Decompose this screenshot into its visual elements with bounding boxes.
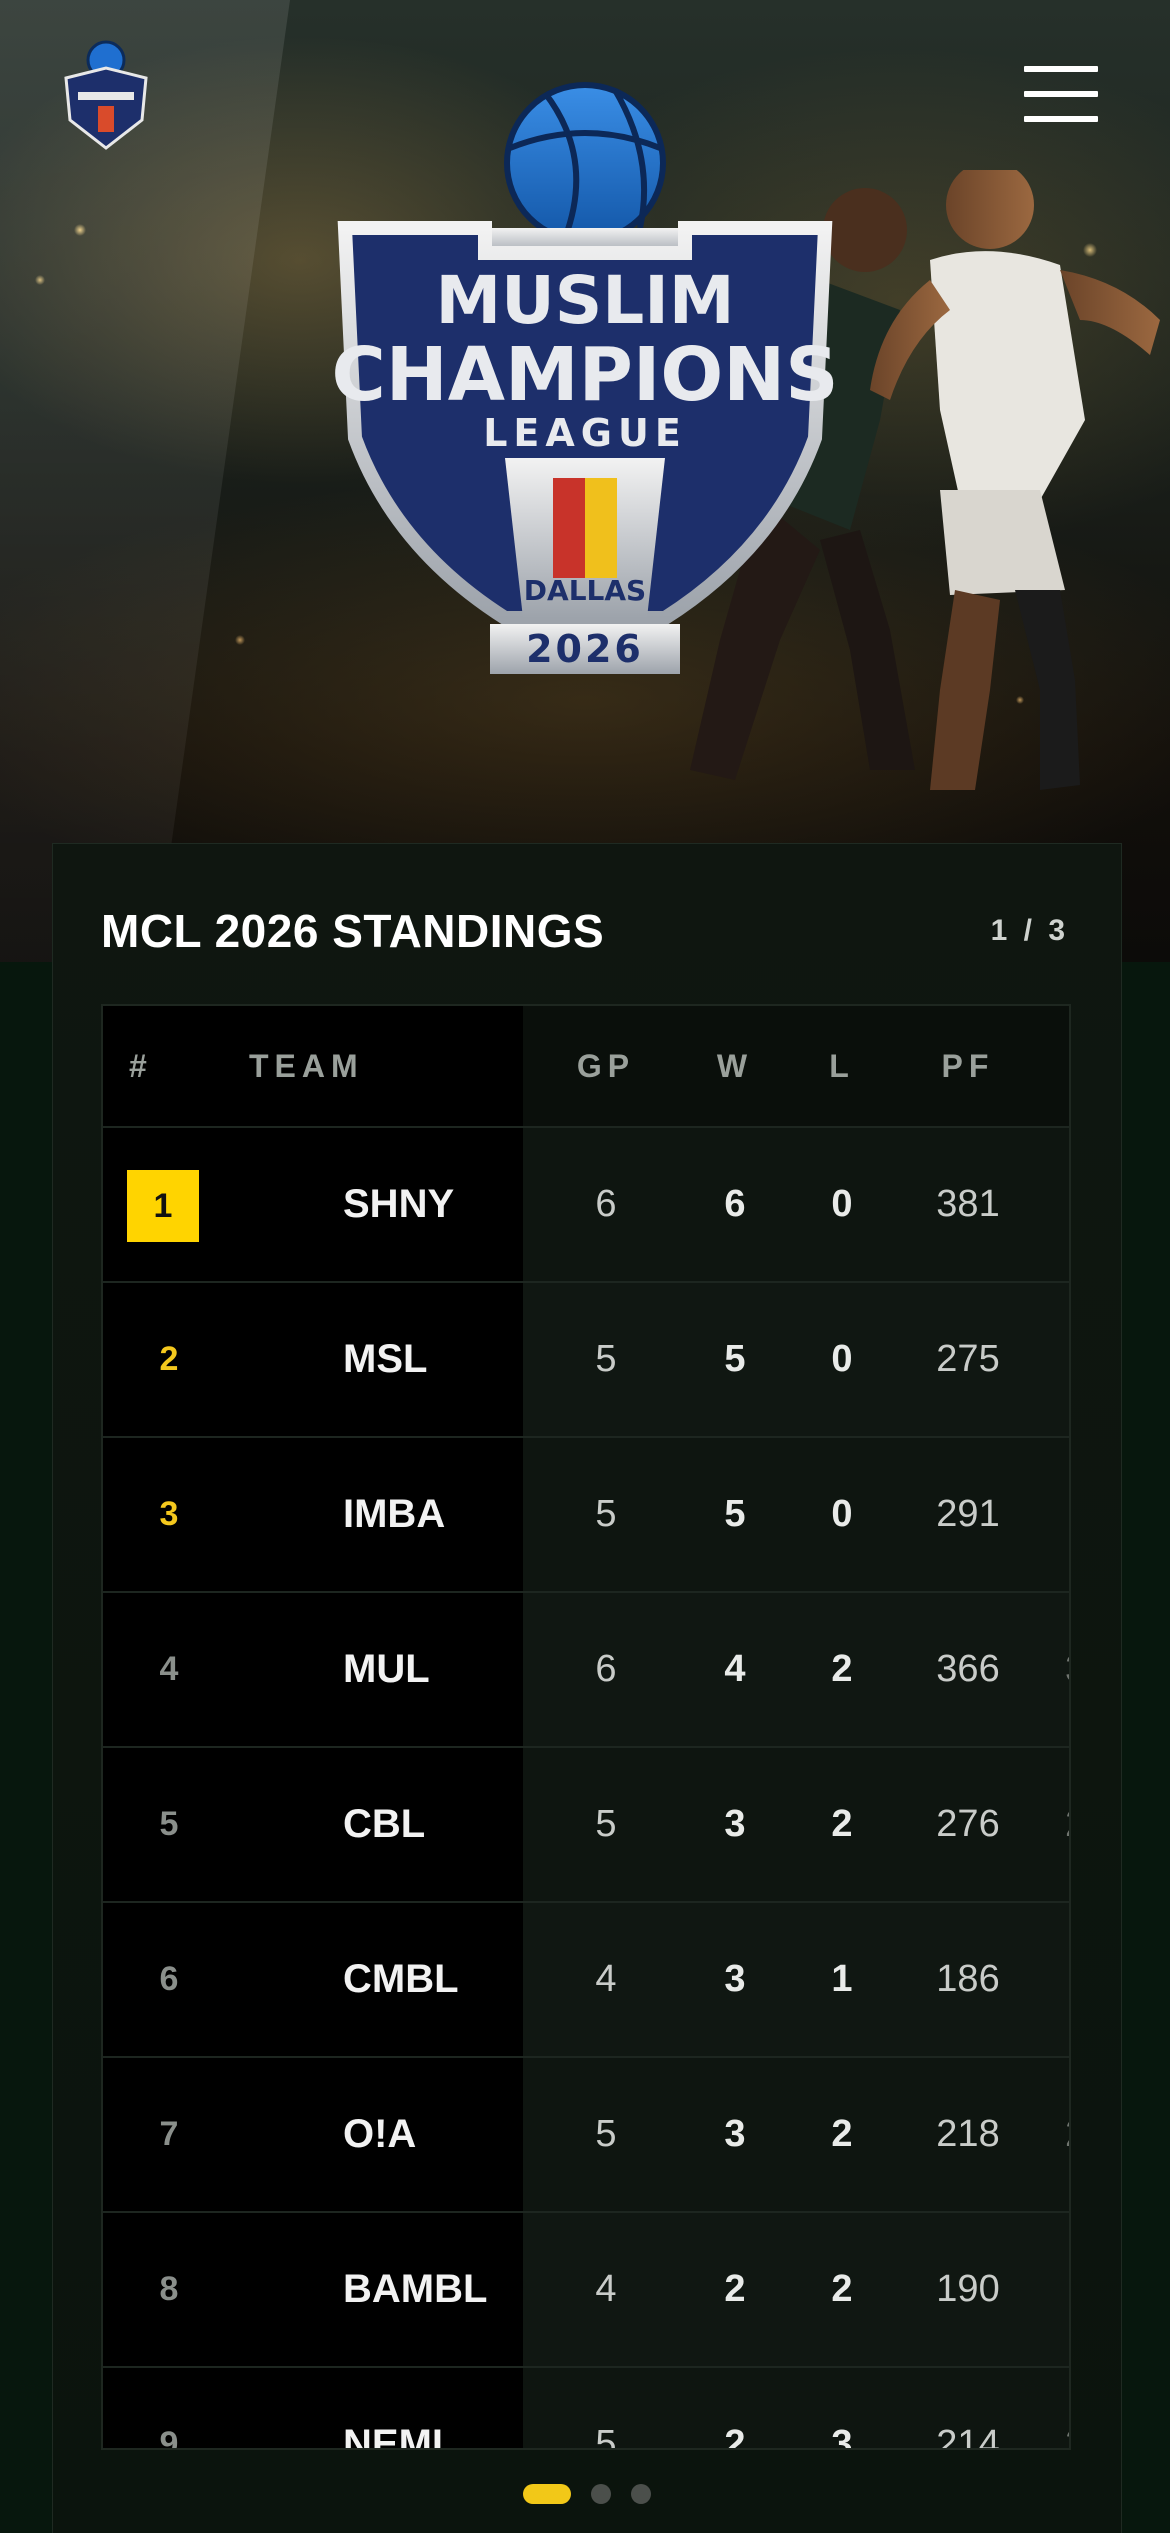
table-row[interactable]: 2 MSL 5 5 0 275 [103, 1283, 1069, 1438]
hamburger-menu-icon [1024, 66, 1098, 72]
carousel-dots [53, 2484, 1121, 2504]
team-name[interactable]: SHNY [343, 1128, 454, 1281]
points-for-cell: 218 [936, 2113, 1000, 2155]
standings-card: MCL 2026 STANDINGS 1 / 3 # TEAM GP W L P… [52, 843, 1122, 2533]
gp-cell: 4 [595, 2268, 617, 2310]
wins-cell: 6 [724, 1183, 746, 1225]
rank-cell: 4 [159, 1650, 179, 1688]
losses-cell: 0 [831, 1338, 853, 1380]
wins-cell: 3 [724, 1958, 746, 2000]
points-for-cell: 214 [936, 2423, 1000, 2450]
clipped-cell [1065, 2213, 1069, 2366]
gp-cell: 5 [595, 2113, 617, 2155]
table-row[interactable]: 3 IMBA 5 5 0 291 [103, 1438, 1069, 1593]
wins-cell: 3 [724, 1803, 746, 1845]
rank-cell: 8 [159, 2270, 179, 2308]
carousel-dot-3[interactable] [631, 2484, 652, 2504]
standings-title: MCL 2026 STANDINGS [101, 905, 605, 957]
gp-cell: 5 [595, 1338, 617, 1380]
clipped-cell [1065, 1903, 1069, 2056]
clipped-cell [1065, 1438, 1069, 1591]
col-l[interactable]: L [797, 1006, 887, 1126]
logo-text-dallas: DALLAS [524, 574, 646, 607]
table-row[interactable]: 4 MUL 6 4 2 366 3 [103, 1593, 1069, 1748]
logo-text-muslim: MUSLIM [435, 262, 734, 339]
page-indicator: 1 / 3 [990, 914, 1069, 947]
gp-cell: 4 [595, 1958, 617, 2000]
col-w[interactable]: W [690, 1006, 780, 1126]
hamburger-line [1024, 91, 1098, 97]
points-for-cell: 275 [936, 1338, 1000, 1380]
wins-cell: 2 [724, 2423, 746, 2450]
losses-cell: 2 [831, 1803, 853, 1845]
league-logo: MUSLIM CHAMPIONS LEAGUE DALLAS 2026 [335, 82, 835, 674]
team-name[interactable]: BAMBL [343, 2213, 487, 2366]
clipped-cell [1065, 1283, 1069, 1436]
carousel-dot-1[interactable] [522, 2484, 571, 2504]
losses-cell: 3 [831, 2423, 853, 2450]
team-name[interactable]: NEML [343, 2368, 456, 2448]
losses-cell: 2 [831, 2113, 853, 2155]
standings-table[interactable]: # TEAM GP W L PF 1 SHNY 6 6 0 381 2 MSL 5 5 0 275 3 I… [101, 1004, 1071, 2450]
table-row[interactable]: 1 SHNY 6 6 0 381 [103, 1128, 1069, 1283]
losses-cell: 0 [831, 1183, 853, 1225]
hero-banner: MUSLIM CHAMPIONS LEAGUE DALLAS 2026 [0, 0, 1170, 962]
points-for-cell: 186 [936, 1958, 1000, 2000]
gp-cell: 5 [595, 1493, 617, 1535]
points-for-cell: 366 [936, 1648, 1000, 1690]
rank-cell: 2 [159, 1340, 179, 1378]
wins-cell: 2 [724, 2268, 746, 2310]
rank-cell: 9 [159, 2425, 179, 2450]
losses-cell: 1 [831, 1958, 853, 2000]
carousel-dot-2[interactable] [591, 2484, 611, 2504]
losses-cell: 2 [831, 2268, 853, 2310]
table-row[interactable]: 9 NEML 5 2 3 214 2 [103, 2368, 1069, 2450]
table-row[interactable]: 7 O!A 5 3 2 218 2 [103, 2058, 1069, 2213]
rank-badge: 1 [127, 1170, 199, 1242]
clipped-cell: 3 [1065, 1593, 1069, 1746]
losses-cell: 2 [831, 1648, 853, 1690]
logo-text-champions: CHAMPIONS [335, 332, 835, 418]
team-name[interactable]: MUL [343, 1593, 430, 1746]
clipped-cell: 2 [1065, 1748, 1069, 1901]
points-for-cell: 276 [936, 1803, 1000, 1845]
table-row[interactable]: 8 BAMBL 4 2 2 190 [103, 2213, 1069, 2368]
wins-cell: 5 [724, 1493, 746, 1535]
col-gp[interactable]: GP [561, 1006, 651, 1126]
points-for-cell: 381 [936, 1183, 1000, 1225]
logo-text-league: LEAGUE [483, 411, 687, 455]
losses-cell: 0 [831, 1493, 853, 1535]
league-logo-small[interactable] [58, 40, 154, 152]
clipped-cell: 2 [1065, 2058, 1069, 2211]
team-name[interactable]: MSL [343, 1283, 427, 1436]
points-for-cell: 291 [936, 1493, 1000, 1535]
menu-button[interactable] [1024, 66, 1098, 122]
gp-cell: 6 [595, 1648, 617, 1690]
logo-text-year: 2026 [526, 627, 644, 671]
clipped-cell [1065, 1128, 1069, 1281]
team-name[interactable]: O!A [343, 2058, 416, 2211]
team-name[interactable]: IMBA [343, 1438, 445, 1591]
rank-cell: 7 [159, 2115, 179, 2153]
table-row[interactable]: 5 CBL 5 3 2 276 2 [103, 1748, 1069, 1903]
gp-cell: 5 [595, 1803, 617, 1845]
points-for-cell: 190 [936, 2268, 1000, 2310]
col-pf[interactable]: PF [913, 1006, 1023, 1126]
rank-cell: 6 [159, 1960, 179, 1998]
wins-cell: 4 [724, 1648, 746, 1690]
team-name[interactable]: CBL [343, 1748, 425, 1901]
rank-cell: 5 [159, 1805, 179, 1843]
col-team[interactable]: TEAM [249, 1006, 364, 1126]
team-name[interactable]: CMBL [343, 1903, 459, 2056]
table-header: # TEAM GP W L PF [103, 1006, 1069, 1128]
table-row[interactable]: 6 CMBL 4 3 1 186 [103, 1903, 1069, 2058]
hamburger-line [1024, 116, 1098, 122]
gp-cell: 5 [595, 2423, 617, 2450]
wins-cell: 5 [724, 1338, 746, 1380]
wins-cell: 3 [724, 2113, 746, 2155]
clipped-cell: 2 [1065, 2368, 1069, 2448]
gp-cell: 6 [595, 1183, 617, 1225]
rank-cell: 3 [159, 1495, 179, 1533]
col-rank[interactable]: # [129, 1006, 153, 1126]
